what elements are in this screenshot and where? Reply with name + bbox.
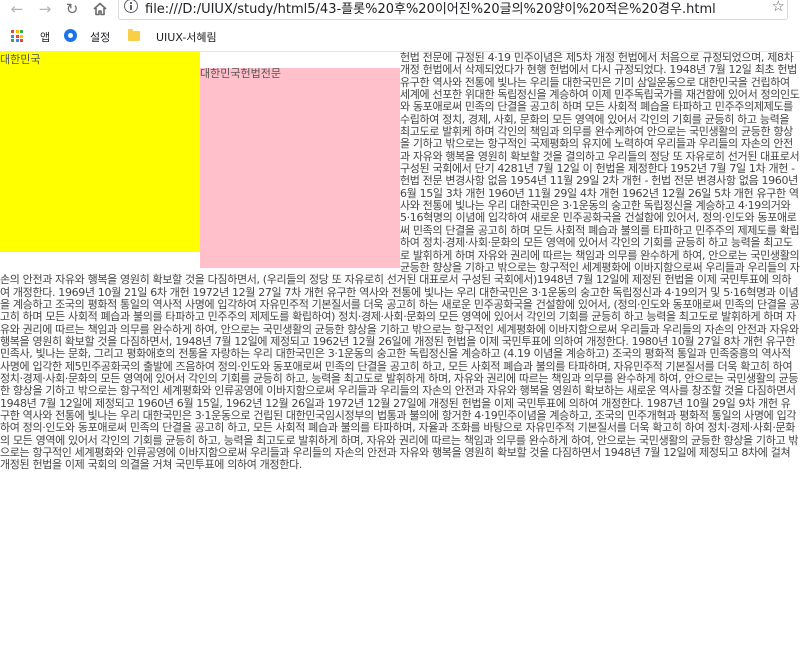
gear-icon[interactable]	[64, 29, 77, 42]
back-arrow-icon[interactable]: ←	[7, 0, 27, 20]
folder-icon[interactable]	[128, 29, 140, 41]
forward-arrow-icon[interactable]: →	[35, 0, 55, 20]
info-icon[interactable]	[124, 0, 138, 13]
bookmark-apps[interactable]: 앱	[40, 29, 50, 45]
star-icon[interactable]: ☆	[772, 0, 785, 15]
bookmark-settings[interactable]: 설정	[90, 29, 110, 45]
reload-icon[interactable]: ↻	[62, 0, 82, 20]
float-box-yellow: 대한민국	[0, 52, 200, 252]
url-text[interactable]: file:///D:/UIUX/study/html5/43-플롯%20후%20…	[145, 0, 716, 17]
browser-toolbar: ← → ↻ file:///D:/UIUX/study/html5/43-플롯%…	[0, 0, 800, 20]
apps-grid-icon[interactable]	[11, 30, 23, 42]
float-box-pink: 대한민국헌법전문	[200, 68, 400, 268]
address-bar[interactable]: file:///D:/UIUX/study/html5/43-플롯%20후%20…	[118, 0, 788, 20]
bookmark-folder[interactable]: UIUX-서혜림	[156, 29, 217, 45]
bookmarks-bar: 앱 설정 UIUX-서혜림	[0, 20, 800, 52]
page-content: 대한민국 대한민국헌법전문 헌법 전문에 규정된 4·19 민주이념은 제5차 …	[0, 52, 800, 647]
home-icon[interactable]	[90, 0, 110, 20]
